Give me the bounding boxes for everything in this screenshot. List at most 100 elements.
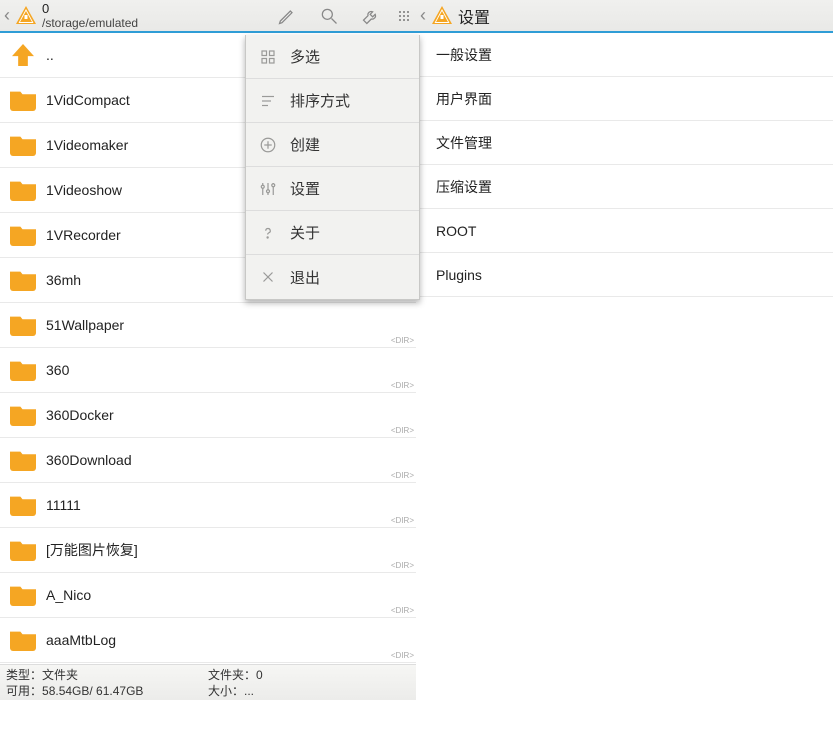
folder-name: A_Nico bbox=[46, 587, 91, 603]
settings-item[interactable]: 一般设置 bbox=[416, 33, 833, 77]
folder-name: 1VRecorder bbox=[46, 227, 121, 243]
dir-badge: <DIR> bbox=[391, 381, 414, 390]
menu-item-label: 设置 bbox=[290, 178, 320, 199]
app-icon[interactable] bbox=[14, 4, 38, 28]
dir-badge: <DIR> bbox=[391, 516, 414, 525]
search-icon[interactable] bbox=[308, 0, 350, 32]
settings-item-label: Plugins bbox=[436, 267, 482, 283]
status-size-value: ... bbox=[244, 684, 254, 698]
settings-item-label: 压缩设置 bbox=[436, 177, 492, 197]
menu-item-label: 创建 bbox=[290, 134, 320, 155]
x-icon bbox=[258, 267, 278, 287]
folder-icon bbox=[10, 269, 36, 291]
dir-badge: <DIR> bbox=[391, 561, 414, 570]
settings-pane: ‹ 设置 一般设置用户界面文件管理压缩设置 ROOT Plugins bbox=[416, 0, 833, 297]
settings-item-label: 用户界面 bbox=[436, 89, 492, 109]
overflow-menu-icon[interactable] bbox=[392, 0, 416, 32]
settings-item[interactable]: Plugins bbox=[416, 253, 833, 297]
dir-badge: <DIR> bbox=[391, 606, 414, 615]
status-folders-value: 0 bbox=[256, 668, 263, 682]
status-bar: 类型：文件夹 可用：58.54GB/ 61.47GB 文件夹：0 大小：... bbox=[0, 664, 416, 700]
folder-name: 1VidCompact bbox=[46, 92, 130, 108]
folder-name: 360Docker bbox=[46, 407, 114, 423]
folder-icon bbox=[10, 134, 36, 156]
settings-title: 设置 bbox=[458, 4, 490, 28]
folder-row[interactable]: 360 <DIR> bbox=[0, 348, 416, 393]
settings-item[interactable]: ROOT bbox=[416, 209, 833, 253]
folder-name: 1Videomaker bbox=[46, 137, 128, 153]
dir-badge: <DIR> bbox=[391, 426, 414, 435]
menu-item-plus-circle[interactable]: 创建 bbox=[246, 123, 419, 167]
edit-icon[interactable] bbox=[266, 0, 308, 32]
folder-name: 1Videoshow bbox=[46, 182, 122, 198]
settings-item-label: ROOT bbox=[436, 223, 476, 239]
folder-icon bbox=[10, 629, 36, 651]
dir-badge: <DIR> bbox=[391, 651, 414, 660]
folder-row[interactable]: [万能图片恢复] <DIR> bbox=[0, 528, 416, 573]
folder-icon bbox=[10, 584, 36, 606]
folder-icon bbox=[10, 539, 36, 561]
dir-badge: <DIR> bbox=[391, 471, 414, 480]
status-avail-value: 58.54GB/ 61.47GB bbox=[42, 684, 143, 698]
status-size-label: 大小： bbox=[208, 684, 244, 698]
settings-item-label: 文件管理 bbox=[436, 133, 492, 153]
header-title0: 0 bbox=[42, 1, 138, 16]
question-icon bbox=[258, 223, 278, 243]
folder-name: 36mh bbox=[46, 272, 81, 288]
folder-row[interactable]: A_Nico <DIR> bbox=[0, 573, 416, 618]
dir-badge: <DIR> bbox=[391, 336, 414, 345]
folder-icon bbox=[10, 359, 36, 381]
folder-row[interactable]: aaaMtbLog <DIR> bbox=[0, 618, 416, 663]
folder-icon bbox=[10, 404, 36, 426]
back-chevron-icon[interactable]: ‹ bbox=[416, 5, 430, 26]
folder-icon bbox=[10, 224, 36, 246]
folder-name: 51Wallpaper bbox=[46, 317, 124, 333]
menu-item-label: 排序方式 bbox=[290, 90, 350, 111]
folder-name: aaaMtbLog bbox=[46, 632, 116, 648]
right-header: ‹ 设置 bbox=[416, 0, 833, 33]
folder-icon bbox=[10, 314, 36, 336]
left-header: ‹ 0 /storage/emulated bbox=[0, 0, 416, 33]
settings-list: 一般设置用户界面文件管理压缩设置 ROOT Plugins bbox=[416, 33, 833, 297]
menu-item-label: 多选 bbox=[290, 46, 320, 67]
status-avail-label: 可用： bbox=[6, 684, 42, 698]
wrench-icon[interactable] bbox=[350, 0, 392, 32]
header-actions bbox=[266, 0, 416, 32]
folder-name: 360 bbox=[46, 362, 69, 378]
back-chevron-icon[interactable]: ‹ bbox=[0, 5, 14, 26]
folder-row[interactable]: 360Download <DIR> bbox=[0, 438, 416, 483]
sliders-icon bbox=[258, 179, 278, 199]
folder-row[interactable]: 11111 <DIR> bbox=[0, 483, 416, 528]
folder-name: 11111 bbox=[46, 497, 81, 513]
folder-icon bbox=[10, 89, 36, 111]
settings-item-label: 一般设置 bbox=[436, 45, 492, 65]
folder-icon bbox=[10, 179, 36, 201]
menu-item-sort[interactable]: 排序方式 bbox=[246, 79, 419, 123]
status-folders-label: 文件夹： bbox=[208, 668, 256, 682]
menu-item-label: 关于 bbox=[290, 222, 320, 243]
path-block[interactable]: 0 /storage/emulated bbox=[42, 1, 138, 31]
plus-circle-icon bbox=[258, 135, 278, 155]
up-label: .. bbox=[46, 47, 54, 63]
menu-item-x[interactable]: 退出 bbox=[246, 255, 419, 299]
settings-item[interactable]: 文件管理 bbox=[416, 121, 833, 165]
menu-item-question[interactable]: 关于 bbox=[246, 211, 419, 255]
menu-item-sliders[interactable]: 设置 bbox=[246, 167, 419, 211]
menu-item-grid[interactable]: 多选 bbox=[246, 35, 419, 79]
app-icon[interactable] bbox=[430, 4, 454, 28]
settings-item[interactable]: 压缩设置 bbox=[416, 165, 833, 209]
folder-name: 360Download bbox=[46, 452, 132, 468]
folder-row[interactable]: 360Docker <DIR> bbox=[0, 393, 416, 438]
sort-icon bbox=[258, 91, 278, 111]
overflow-menu: 多选排序方式创建设置关于退出 bbox=[245, 35, 420, 300]
grid-icon bbox=[258, 47, 278, 67]
status-type-label: 类型： bbox=[6, 668, 42, 682]
folder-row[interactable]: 51Wallpaper <DIR> bbox=[0, 303, 416, 348]
settings-item[interactable]: 用户界面 bbox=[416, 77, 833, 121]
header-path: /storage/emulated bbox=[42, 16, 138, 31]
folder-icon bbox=[10, 449, 36, 471]
folder-icon bbox=[10, 494, 36, 516]
menu-item-label: 退出 bbox=[290, 267, 320, 288]
up-arrow-icon bbox=[12, 44, 34, 66]
folder-name: [万能图片恢复] bbox=[46, 540, 138, 560]
